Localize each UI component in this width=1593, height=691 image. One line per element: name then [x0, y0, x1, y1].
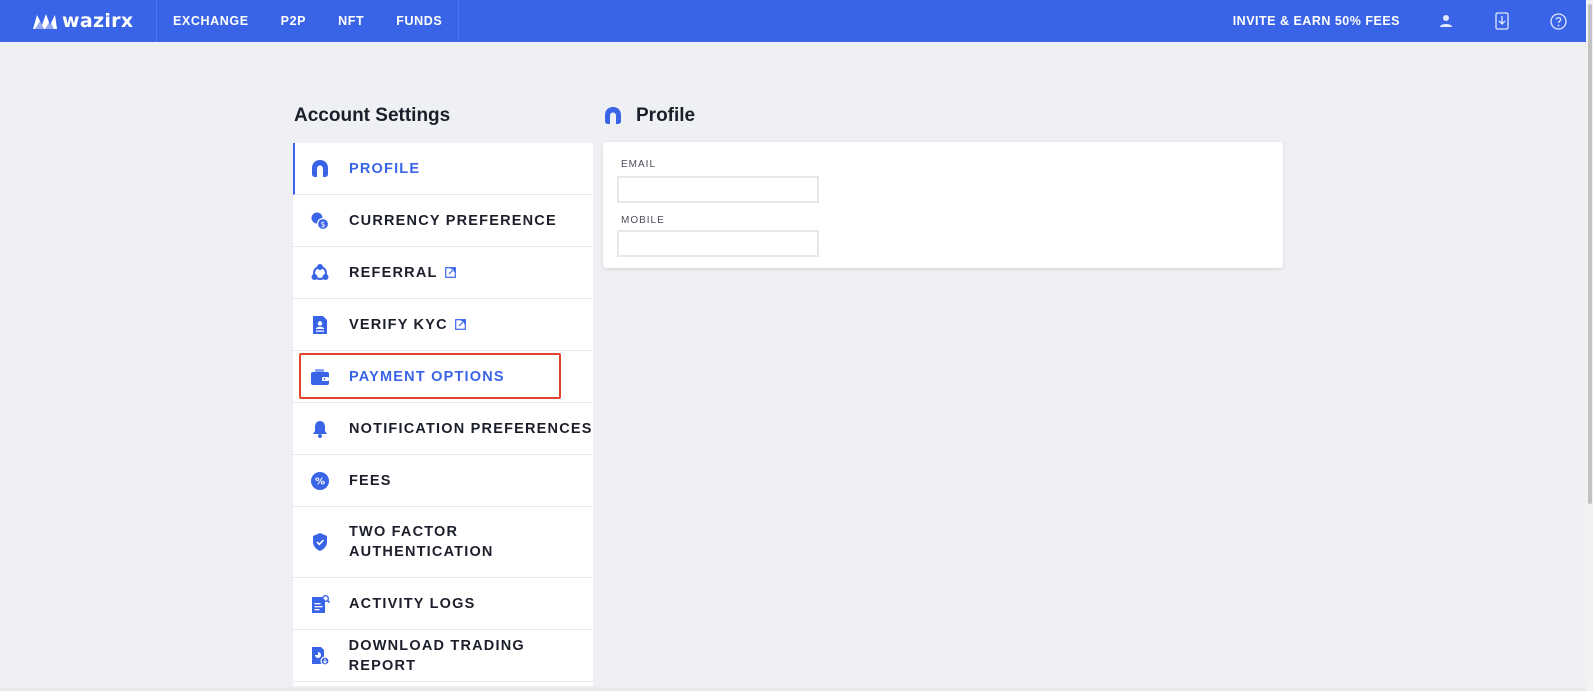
shield-icon	[309, 531, 331, 553]
svg-text:%: %	[315, 476, 325, 487]
percent-icon: %	[309, 470, 331, 492]
sidebar-item-label: TWO FACTOR AUTHENTICATION	[349, 524, 494, 560]
bell-icon	[309, 418, 331, 440]
external-link-icon	[454, 319, 466, 330]
kyc-document-icon	[309, 314, 331, 336]
sidebar-item-download-trading-report[interactable]: DOWNLOAD TRADING REPORT	[293, 630, 593, 682]
email-field[interactable]	[617, 176, 819, 203]
nav-funds[interactable]: FUNDS	[380, 0, 460, 42]
email-label: EMAIL	[621, 159, 657, 170]
sidebar-item-notification-preferences[interactable]: NOTIFICATION PREFERENCES	[293, 403, 593, 455]
external-link-icon	[444, 267, 456, 278]
activity-log-icon	[309, 593, 331, 615]
user-icon	[1440, 15, 1452, 27]
invite-earn-link[interactable]: INVITE & EARN 50% FEES	[1215, 14, 1418, 28]
nav-nft[interactable]: NFT	[322, 0, 380, 42]
sidebar-item-label: NOTIFICATION PREFERENCES	[349, 420, 593, 437]
profile-card: EMAIL MOBILE	[603, 142, 1283, 268]
wazirx-logo-icon	[33, 14, 57, 29]
account-settings-title: Account Settings	[294, 105, 451, 126]
sidebar-item-verify-kyc[interactable]: VERIFY KYC	[293, 299, 593, 351]
sidebar-item-two-factor-authentication[interactable]: TWO FACTOR AUTHENTICATION	[293, 507, 593, 578]
download-icon	[1495, 12, 1509, 30]
sidebar-item-label: PROFILE	[349, 160, 421, 177]
sidebar-item-activity-logs[interactable]: ACTIVITY LOGS	[293, 578, 593, 630]
help-button[interactable]	[1530, 0, 1586, 42]
profile-heading: Profile	[603, 105, 695, 127]
page-bottom-edge	[0, 686, 1586, 691]
sidebar-item-fees[interactable]: % FEES	[293, 455, 593, 507]
help-icon	[1549, 12, 1567, 30]
mobile-field[interactable]	[617, 230, 819, 257]
profile-icon	[309, 158, 331, 180]
brand-name: wazirx	[62, 10, 134, 32]
nav-p2p[interactable]: P2P	[265, 0, 322, 42]
scrollbar-thumb[interactable]	[1588, 4, 1592, 504]
currency-icon: $	[309, 210, 331, 232]
report-download-icon	[309, 645, 331, 667]
sidebar-item-payment-options[interactable]: PAYMENT OPTIONS	[293, 351, 593, 403]
sidebar-item-referral[interactable]: REFERRAL	[293, 247, 593, 299]
sidebar-item-label: CURRENCY PREFERENCE	[349, 212, 557, 229]
svg-text:$: $	[320, 220, 325, 229]
sidebar-item-label: PAYMENT OPTIONS	[349, 368, 505, 385]
sidebar-item-label: REFERRAL	[349, 264, 438, 281]
sidebar-item-profile[interactable]: PROFILE	[293, 143, 593, 195]
sidebar-item-currency-preference[interactable]: $ CURRENCY PREFERENCE	[293, 195, 593, 247]
wazirx-logo[interactable]: wazirx	[0, 0, 157, 42]
nav-exchange[interactable]: EXCHANGE	[157, 0, 265, 42]
sidebar-item-label: DOWNLOAD TRADING REPORT	[348, 637, 525, 674]
top-navbar: wazirx EXCHANGE P2P NFT FUNDS INVITE & E…	[0, 0, 1586, 42]
profile-icon	[605, 107, 621, 124]
settings-sidebar: PROFILE $ CURRENCY PREFERENCE REFERRAL V…	[293, 143, 593, 691]
referral-icon	[309, 262, 331, 284]
sidebar-item-label: FEES	[349, 472, 392, 489]
user-menu-button[interactable]	[1418, 0, 1474, 42]
mobile-label: MOBILE	[621, 215, 665, 226]
wallet-icon	[309, 366, 331, 388]
sidebar-item-label: VERIFY KYC	[349, 316, 448, 333]
sidebar-item-label: ACTIVITY LOGS	[349, 595, 476, 612]
page-title: Profile	[636, 105, 696, 126]
download-app-button[interactable]	[1474, 0, 1530, 42]
